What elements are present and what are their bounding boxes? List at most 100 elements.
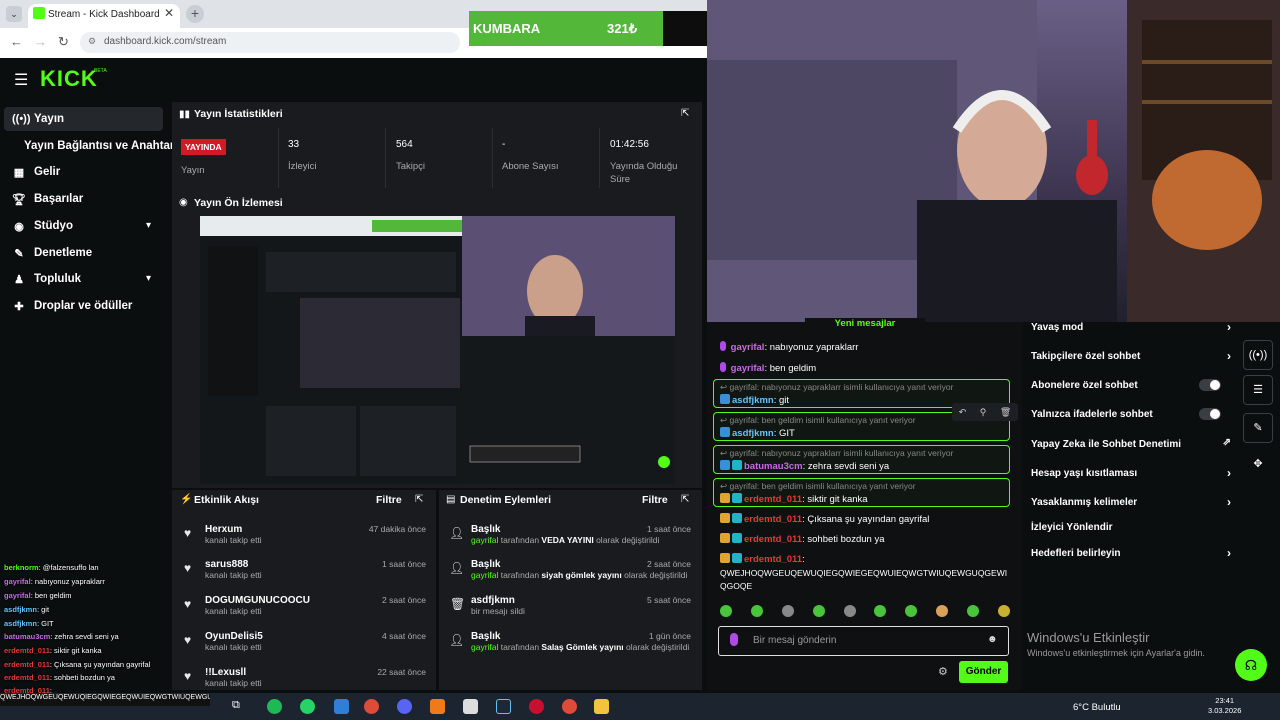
setting-banned-words[interactable]: Yasaklanmış kelimeler › (1031, 495, 1231, 509)
reply-icon[interactable]: ↶ (959, 407, 967, 418)
setting-viewer-redirect[interactable]: İzleyici Yönlendir (1031, 522, 1231, 533)
stream-preview-image[interactable] (200, 216, 675, 484)
pin-icon[interactable]: ⚲ (980, 407, 987, 418)
cloud-icon[interactable] (430, 699, 445, 714)
popout-icon[interactable]: ⇱ (681, 108, 689, 119)
back-icon[interactable]: ← (10, 34, 23, 49)
discord-icon[interactable] (397, 699, 412, 714)
reply-context[interactable]: ↩ gayrifal: nabıyonuz yapraklarr isimli … (720, 448, 953, 459)
moderation-filter-button[interactable]: Filtre (642, 494, 668, 506)
reply-context[interactable]: ↩ gayrifal: ben geldim isimli kullanıcıy… (720, 415, 916, 426)
menu-icon[interactable]: ☰ (14, 70, 28, 90)
follower-name[interactable]: sarus888 (205, 559, 262, 570)
sidebar-item-studyo[interactable]: ◉ Stüdyo (12, 216, 73, 236)
chat-username[interactable]: gayrifal (731, 342, 765, 353)
list-rail-icon[interactable]: ☰ (1243, 375, 1273, 405)
spotify-icon[interactable] (267, 699, 282, 714)
reload-icon[interactable]: ↻ (58, 34, 69, 50)
chat-username[interactable]: erdemtd_011 (744, 494, 802, 505)
sidebar-item-basarilar[interactable]: 🏆︎ Başarılar (12, 189, 83, 209)
setting-followers-only[interactable]: Takipçilere özel sohbet › (1031, 349, 1231, 363)
task-view-icon[interactable]: ⧉ (232, 699, 247, 714)
setting-emotes-only[interactable]: Yalnızca ifadelerle sohbet (1031, 408, 1231, 420)
site-info-icon[interactable]: ⚙ (88, 36, 96, 47)
broadcast-rail-icon[interactable]: ((•)) (1243, 340, 1273, 370)
popout-icon[interactable]: ⇱ (415, 494, 423, 505)
actor-name[interactable]: gayrifal (471, 535, 498, 545)
toggle-switch[interactable] (1199, 379, 1221, 391)
sidebar-item-stream-key[interactable]: Yayın Bağlantısı ve Anahtarı (24, 136, 178, 156)
extensions-rail-icon[interactable]: ✥ (1243, 450, 1273, 480)
sidebar-item-topluluk[interactable]: ♟ Topluluk (12, 269, 81, 289)
emote-icon[interactable] (997, 605, 1010, 617)
setting-subs-only[interactable]: Abonelere özel sohbet (1031, 379, 1231, 391)
tab-close-icon[interactable]: ✕ (164, 6, 174, 20)
app-icon[interactable] (529, 699, 544, 714)
follower-name[interactable]: Herxum (205, 524, 262, 535)
action-title[interactable]: asdfjkmn (471, 595, 525, 606)
popout-icon[interactable]: ⇱ (681, 494, 689, 505)
chat-username[interactable]: batumau3cm (744, 461, 803, 472)
mic-icon[interactable] (730, 633, 738, 646)
chevron-down-icon[interactable]: ▾ (146, 273, 151, 284)
weather-widget[interactable]: 6°C Bulutlu (1073, 702, 1121, 713)
reply-context[interactable]: ↩ gayrifal: ben geldim isimli kullanıcıy… (720, 481, 916, 492)
chrome-icon[interactable] (562, 699, 577, 714)
emote-icon[interactable] (750, 605, 763, 617)
chrome-icon[interactable] (364, 699, 379, 714)
emote-icon[interactable] (936, 605, 949, 617)
kick-logo[interactable]: KICK (40, 66, 98, 92)
emote-icon[interactable] (781, 605, 794, 617)
emote-icon[interactable] (720, 605, 732, 617)
app-icon[interactable] (334, 699, 349, 714)
delete-icon[interactable]: 🗑︎ (1000, 407, 1011, 418)
new-tab-button[interactable]: + (186, 5, 204, 23)
reply-context[interactable]: ↩ gayrifal: nabıyonuz yapraklarr isimli … (720, 382, 953, 393)
chat-username[interactable]: gayrifal (731, 363, 765, 374)
whatsapp-icon[interactable] (300, 699, 315, 714)
sidebar-item-droplar[interactable]: ✚ Droplar ve ödüller (12, 296, 132, 316)
sidebar-item-yayin[interactable]: ((•)) Yayın (12, 109, 64, 129)
obs-icon[interactable] (463, 699, 478, 714)
chat-input[interactable]: Bir mesaj gönderin (718, 626, 1009, 656)
setting-slow-mode[interactable]: Yavaş mod › (1031, 320, 1231, 334)
chat-username[interactable]: asdfjkmn (732, 395, 774, 406)
user-edit-icon: 👤︎ (449, 561, 465, 575)
sidebar-item-gelir[interactable]: ▦ Gelir (12, 162, 60, 182)
support-headset-button[interactable]: ☊ (1235, 649, 1267, 681)
setting-account-age[interactable]: Hesap yaşı kısıtlaması › (1031, 466, 1231, 480)
emote-icon[interactable] (843, 605, 856, 617)
chevron-down-icon[interactable]: ▾ (146, 220, 151, 231)
activity-filter-button[interactable]: Filtre (376, 494, 402, 506)
setting-ai-moderation[interactable]: Yapay Zeka ile Sohbet Denetimi ⇗ (1031, 437, 1231, 450)
emote-icon[interactable] (905, 605, 918, 617)
actor-name[interactable]: gayrifal (471, 570, 498, 580)
follower-name[interactable]: !!Lexusll (205, 667, 262, 678)
gear-icon[interactable]: ⚙ (938, 665, 948, 678)
chat-username[interactable]: asdfjkmn (732, 428, 774, 439)
follower-name[interactable]: DOGUMGUNUCOOCU (205, 595, 310, 606)
follower-name[interactable]: OyunDelisi5 (205, 631, 263, 642)
send-button[interactable]: Gönder (959, 661, 1008, 683)
emoji-icon[interactable]: ☻ (987, 634, 998, 645)
emote-icon[interactable] (812, 605, 825, 617)
steam-icon[interactable] (496, 699, 511, 714)
toggle-switch[interactable] (1199, 408, 1221, 420)
new-messages-button[interactable]: Yeni mesajlar (805, 318, 925, 332)
chat-username[interactable]: erdemtd_011 (744, 514, 802, 525)
actor-name[interactable]: gayrifal (471, 642, 498, 652)
wrench-rail-icon[interactable]: ✎ (1243, 413, 1273, 443)
setting-set-goals[interactable]: Hedefleri belirleyin › (1031, 546, 1231, 560)
tab-search-icon[interactable]: ⌄ (6, 6, 22, 22)
file-explorer-icon[interactable] (594, 699, 609, 714)
browser-tab-active[interactable]: Stream - Kick Dashboard (28, 4, 180, 28)
emote-icon[interactable] (874, 605, 887, 617)
clock[interactable]: 23:41 3.03.2026 (1208, 696, 1241, 716)
emote-icon[interactable] (967, 605, 979, 617)
sidebar-item-denetleme[interactable]: ✎ Denetleme (12, 243, 92, 263)
chat-username[interactable]: erdemtd_011 (744, 534, 802, 545)
chat-username[interactable]: erdemtd_011 (744, 554, 802, 565)
url-input[interactable]: dashboard.kick.com/stream (80, 32, 460, 53)
forward-icon[interactable]: → (34, 34, 47, 49)
kumbara-overlay: KUMBARA 321₺ (469, 11, 663, 46)
